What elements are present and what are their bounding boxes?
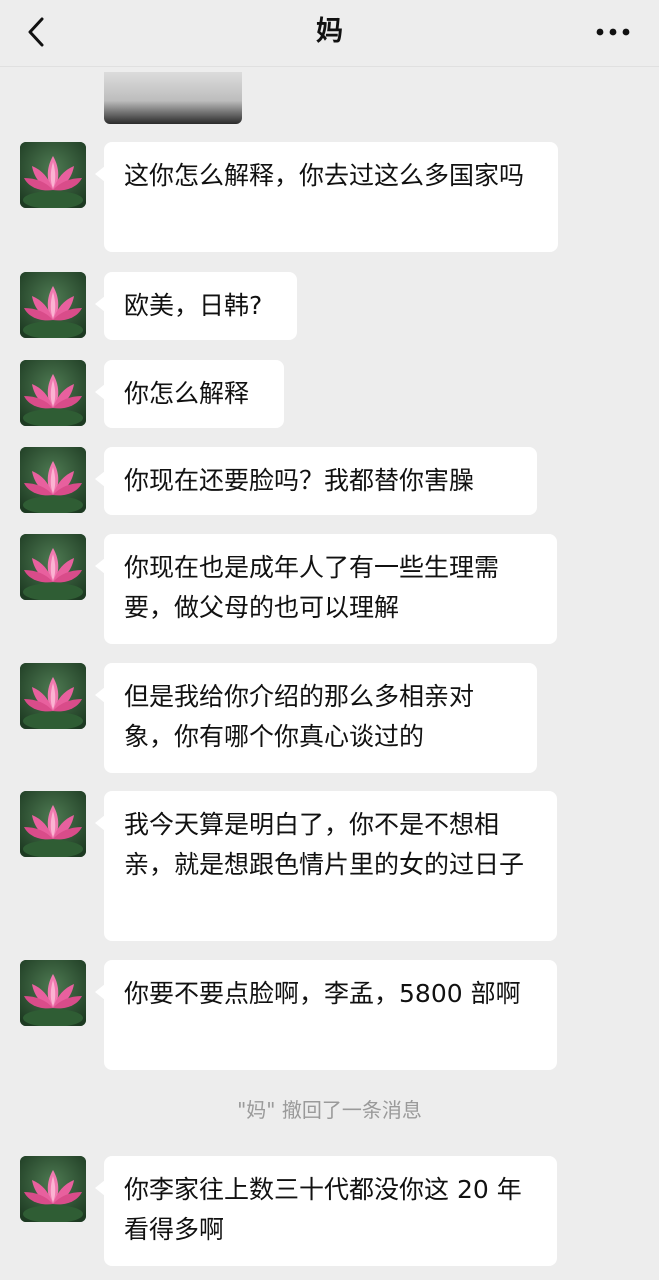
lotus-avatar-icon	[20, 1156, 86, 1222]
message-bubble[interactable]: 这你怎么解释，你去过这么多国家吗	[95, 142, 558, 252]
lotus-avatar-icon	[20, 360, 86, 426]
lotus-avatar[interactable]	[20, 447, 86, 513]
lotus-avatar[interactable]	[20, 142, 86, 208]
chat-title: 妈	[316, 16, 343, 47]
message-row: 你要不要点脸啊，李孟，5800 部啊	[20, 960, 640, 1070]
message-row: 你怎么解释	[20, 360, 640, 428]
message-bubble[interactable]: 你怎么解释	[95, 360, 284, 428]
more-dots-icon	[596, 28, 630, 36]
message-bubble[interactable]: 你李家往上数三十代都没你这 20 年看得多啊	[95, 1156, 557, 1266]
lotus-avatar-icon	[20, 663, 86, 729]
lotus-avatar[interactable]	[20, 960, 86, 1026]
message-bubble[interactable]: 你现在也是成年人了有一些生理需要，做父母的也可以理解	[95, 534, 557, 644]
lotus-avatar-icon	[20, 447, 86, 513]
message-bubble[interactable]: 你要不要点脸啊，李孟，5800 部啊	[95, 960, 557, 1070]
recall-notice: "妈" 撤回了一条消息	[237, 1098, 422, 1122]
message-bubble[interactable]: 你现在还要脸吗？我都替你害臊	[95, 447, 537, 515]
lotus-avatar-icon	[20, 534, 86, 600]
lotus-avatar[interactable]	[20, 663, 86, 729]
lotus-avatar[interactable]	[20, 1156, 86, 1222]
more-options-button[interactable]	[593, 16, 633, 48]
message-row: 你现在也是成年人了有一些生理需要，做父母的也可以理解	[20, 534, 640, 644]
message-row: 我今天算是明白了，你不是不想相亲，就是想跟色情片里的女的过日子	[20, 791, 640, 941]
message-row: 你李家往上数三十代都没你这 20 年看得多啊	[20, 1156, 640, 1266]
lotus-avatar-icon	[20, 960, 86, 1026]
lotus-avatar-icon	[20, 142, 86, 208]
chat-header: 妈	[0, 0, 659, 67]
lotus-avatar-icon	[20, 791, 86, 857]
message-row: 你现在还要脸吗？我都替你害臊	[20, 447, 640, 515]
message-row: 欧美，日韩?	[20, 272, 640, 340]
lotus-avatar[interactable]	[20, 272, 86, 338]
message-bubble[interactable]: 我今天算是明白了，你不是不想相亲，就是想跟色情片里的女的过日子	[95, 791, 557, 941]
lotus-avatar-icon	[20, 272, 86, 338]
message-bubble[interactable]: 欧美，日韩?	[95, 272, 297, 340]
message-row: 这你怎么解释，你去过这么多国家吗	[20, 142, 640, 252]
image-message-thumbnail[interactable]	[104, 72, 242, 124]
lotus-avatar[interactable]	[20, 791, 86, 857]
lotus-avatar[interactable]	[20, 360, 86, 426]
message-row: 但是我给你介绍的那么多相亲对象，你有哪个你真心谈过的	[20, 663, 640, 773]
lotus-avatar[interactable]	[20, 534, 86, 600]
message-bubble[interactable]: 但是我给你介绍的那么多相亲对象，你有哪个你真心谈过的	[95, 663, 537, 773]
